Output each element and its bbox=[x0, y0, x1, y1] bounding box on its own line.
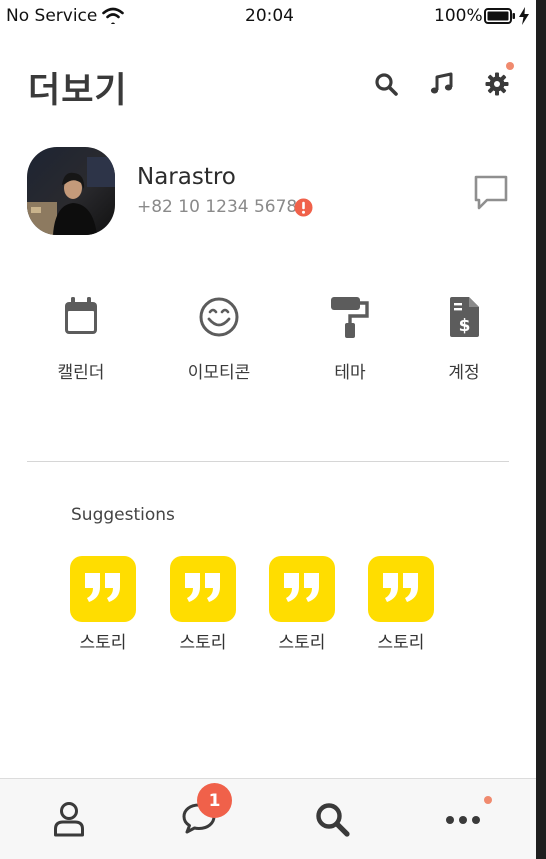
smile-icon bbox=[198, 296, 240, 342]
suggestion-item-story[interactable]: 스토리 bbox=[368, 556, 434, 653]
battery-icon bbox=[484, 8, 516, 29]
invoice-dollar-icon: $ bbox=[448, 296, 480, 342]
calendar-icon bbox=[63, 296, 99, 340]
menu-item-label: 계정 bbox=[448, 363, 480, 383]
avatar[interactable] bbox=[27, 147, 115, 235]
suggestions-title: Suggestions bbox=[71, 505, 175, 525]
menu-item-calendar[interactable]: 캘린더 bbox=[33, 296, 129, 383]
more-screen: No Service 20:04 100% 더보기 Narastro +82 1… bbox=[0, 0, 536, 859]
menu-item-account[interactable]: $ 계정 bbox=[416, 296, 512, 383]
chat-icon bbox=[181, 803, 217, 839]
status-bar: No Service 20:04 100% bbox=[0, 0, 536, 34]
suggestion-label: 스토리 bbox=[179, 633, 227, 653]
section-divider bbox=[27, 461, 509, 462]
tab-more[interactable] bbox=[445, 801, 481, 841]
more-icon bbox=[445, 816, 481, 841]
wifi-icon bbox=[101, 6, 125, 29]
suggestion-item-story[interactable]: 스토리 bbox=[170, 556, 236, 653]
menu-item-label: 이모티콘 bbox=[187, 363, 251, 383]
search-icon[interactable] bbox=[374, 72, 398, 100]
quote-icon bbox=[83, 571, 123, 607]
menu-item-label: 캘린더 bbox=[57, 363, 105, 383]
music-icon[interactable] bbox=[429, 72, 453, 100]
battery-percent: 100% bbox=[434, 6, 483, 26]
person-icon bbox=[53, 802, 85, 841]
svg-text:$: $ bbox=[459, 316, 471, 336]
menu-item-label: 테마 bbox=[334, 363, 366, 383]
gear-icon[interactable] bbox=[485, 72, 509, 100]
quote-icon bbox=[282, 571, 322, 607]
suggestion-label: 스토리 bbox=[278, 633, 326, 653]
profile-phone: +82 10 1234 5678 bbox=[137, 197, 298, 217]
tab-friends[interactable] bbox=[53, 801, 85, 841]
clock: 20:04 bbox=[245, 6, 294, 26]
more-notification-dot bbox=[484, 796, 492, 804]
chat-bubble-icon[interactable] bbox=[472, 173, 510, 215]
carrier-label: No Service bbox=[6, 6, 98, 26]
charging-icon bbox=[518, 7, 530, 30]
tab-search[interactable] bbox=[314, 801, 350, 841]
quote-icon bbox=[381, 571, 421, 607]
menu-item-theme[interactable]: 테마 bbox=[302, 296, 398, 383]
menu-item-emoticon[interactable]: 이모티콘 bbox=[171, 296, 267, 383]
profile-name: Narastro bbox=[137, 164, 236, 190]
suggestion-label: 스토리 bbox=[377, 633, 425, 653]
page-title: 더보기 bbox=[28, 71, 128, 111]
suggestion-item-story[interactable]: 스토리 bbox=[269, 556, 335, 653]
quote-icon bbox=[183, 571, 223, 607]
settings-notification-dot bbox=[506, 62, 514, 70]
suggestion-item-story[interactable]: 스토리 bbox=[70, 556, 136, 653]
tab-bar bbox=[0, 778, 536, 859]
device-edge bbox=[536, 0, 546, 859]
exclamation-icon[interactable] bbox=[294, 198, 313, 221]
search-icon bbox=[314, 803, 350, 841]
paint-roller-icon bbox=[330, 296, 370, 342]
suggestion-label: 스토리 bbox=[79, 633, 127, 653]
chat-unread-badge: 1 bbox=[197, 783, 232, 818]
